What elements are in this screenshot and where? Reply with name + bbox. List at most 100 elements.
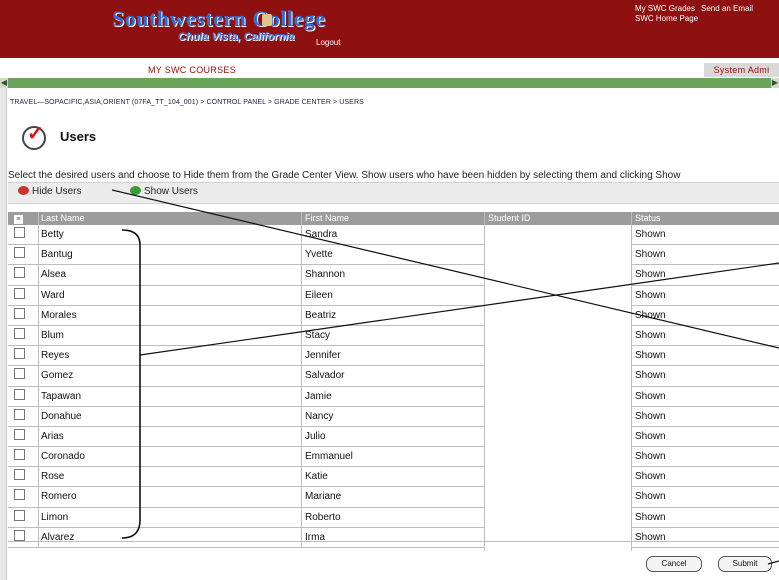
row-checkbox[interactable] [14,447,36,466]
select-all-checkbox[interactable]: ≡ [14,212,36,225]
checkbox-icon [14,489,25,501]
action-bar: Hide Users Show Users [8,182,779,204]
status-cell: Shown [631,285,779,305]
row-checkbox[interactable] [14,366,36,385]
first-name-cell: Sandra [301,225,487,245]
send-email-link[interactable]: Send an Email [701,4,753,14]
status-cell: Shown [631,305,779,325]
college-seal-icon [262,14,272,26]
table-row[interactable]: Gomez Salvador Shown [8,366,779,387]
table-row[interactable]: Limon Roberto Shown [8,507,779,528]
last-name-cell: Donahue [38,406,303,426]
checkbox-icon [14,408,25,420]
table-row[interactable]: Reyes Jennifer Shown [8,346,779,367]
table-row[interactable]: Morales Beatriz Shown [8,305,779,326]
show-users-icon [130,186,141,195]
table-row[interactable]: Romero Mariane Shown [8,487,779,508]
col-header-student-id[interactable]: Student ID [484,212,634,225]
table-row[interactable]: Tapawan Jamie Shown [8,386,779,407]
col-header-status[interactable]: Status [631,212,779,225]
status-cell: Shown [631,507,779,527]
status-cell: Shown [631,225,779,245]
row-checkbox[interactable] [14,265,36,284]
breadcrumb[interactable]: TRAVEL—SOPACIFIC,ASIA,ORIENT (07FA_TT_10… [10,99,364,106]
first-name-cell: Nancy [301,406,487,426]
checkbox-icon [14,368,25,380]
row-checkbox[interactable] [14,286,36,305]
top-links: My SWC Grades Send an Email SWC Home Page [635,4,759,24]
last-name-cell: Betty [38,225,303,245]
my-grades-link[interactable]: My SWC Grades [635,4,695,14]
last-name-cell: Reyes [38,346,303,366]
last-name-cell: Arias [38,426,303,447]
table-row[interactable]: Arias Julio Shown [8,426,779,448]
row-checkbox[interactable] [14,508,36,527]
row-checkbox[interactable] [14,407,36,426]
col-header-last-name[interactable]: Last Name [38,212,303,225]
last-name-cell: Tapawan [38,386,303,406]
first-name-cell: Salvador [301,366,487,386]
tab-courses[interactable]: MY SWC COURSES [136,63,248,77]
scroll-right-icon[interactable]: ▶ [771,78,779,88]
show-users-button[interactable]: Show Users [130,186,198,197]
table-header-row: ≡ Last Name First Name Student ID Status [8,212,779,225]
status-cell: Shown [631,467,779,487]
logout-link[interactable]: Logout [316,38,340,47]
tab-web-advisor[interactable]: WEB ADVISOR [610,63,698,77]
last-name-cell: Morales [38,305,303,325]
college-logo-subtitle: Chula Vista, California [178,31,295,43]
table-row[interactable]: Blum Stacy Shown [8,325,779,347]
table-row[interactable]: Alvarez Irma Shown [8,527,779,548]
status-cell: Shown [631,265,779,285]
row-checkbox[interactable] [14,427,36,446]
status-cell: Shown [631,406,779,426]
hide-users-button[interactable]: Hide Users [18,186,81,197]
tab-welcome[interactable]: MY WELCOME PAGE [10,63,130,77]
status-cell: Shown [631,527,779,547]
table-row[interactable]: Ward Eileen Shown [8,285,779,306]
row-checkbox[interactable] [14,326,36,345]
tab-organizations[interactable]: MY ORGANIZATIONS [372,63,492,77]
row-checkbox[interactable] [14,225,36,244]
last-name-cell: Limon [38,507,303,527]
row-checkbox[interactable] [14,467,36,486]
row-checkbox[interactable] [14,245,36,264]
table-row[interactable]: Donahue Nancy Shown [8,406,779,427]
checkbox-icon [14,227,25,238]
last-name-cell: Bantug [38,245,303,265]
first-name-cell: Beatriz [301,305,487,325]
submit-button[interactable]: Submit [718,556,772,572]
table-row[interactable]: Betty Sandra Shown [8,225,779,246]
checkbox-icon [14,307,25,319]
table-row[interactable]: Bantug Yvette Shown [8,245,779,266]
row-checkbox[interactable] [14,306,36,325]
nav-scrollbar[interactable]: ◀ ▶ [0,78,779,88]
table-row[interactable]: Coronado Emmanuel Shown [8,447,779,468]
row-checkbox[interactable] [14,487,36,506]
status-cell: Shown [631,325,779,346]
col-header-first-name[interactable]: First Name [301,212,487,225]
first-name-cell: Roberto [301,507,487,527]
tab-online-library[interactable]: ONLINE LIBRARY [500,63,604,77]
row-checkbox[interactable] [14,387,36,406]
status-cell: Shown [631,426,779,447]
row-checkbox[interactable] [14,346,36,365]
scroll-left-icon[interactable]: ◀ [0,78,8,88]
row-checkbox[interactable] [14,528,36,547]
cancel-button[interactable]: Cancel [646,556,702,572]
table-row[interactable]: Alsea Shannon Shown [8,265,779,286]
checkbox-icon [14,529,25,541]
student-id-column-blank [484,225,632,551]
first-name-cell: Mariane [301,487,487,507]
select-all-icon: ≡ [14,215,23,224]
checkbox-icon [14,348,25,360]
tab-system-admin[interactable]: System Admi [704,63,779,77]
first-name-cell: Jennifer [301,346,487,366]
status-cell: Shown [631,245,779,265]
home-page-link[interactable]: SWC Home Page [635,14,698,24]
status-cell: Shown [631,386,779,406]
college-logo-title[interactable]: Southwestern College [112,6,325,32]
tab-faculty-support[interactable]: FACULTY SUPPORT [254,63,364,77]
first-name-cell: Irma [301,527,487,547]
table-row[interactable]: Rose Katie Shown [8,467,779,488]
